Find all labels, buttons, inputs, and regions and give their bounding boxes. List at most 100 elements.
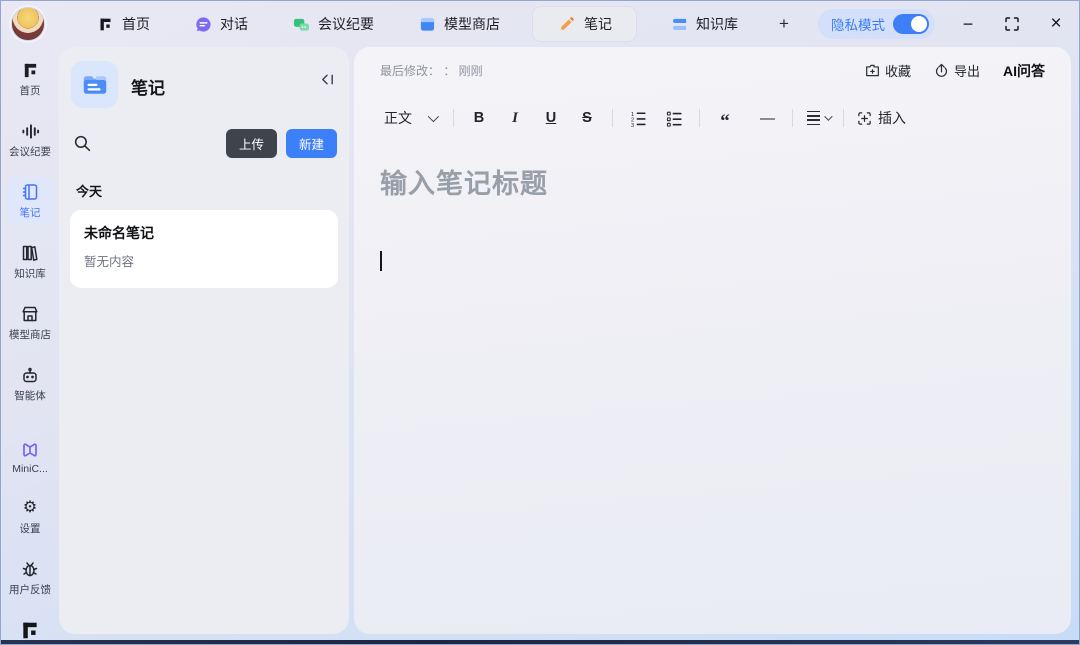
- sidebar-item-home[interactable]: 首页: [6, 55, 54, 103]
- sidebar-label: MiniC...: [12, 463, 48, 475]
- insert-plus-square-icon: [857, 111, 872, 126]
- bullet-list-button[interactable]: [662, 105, 686, 131]
- title-bar: 首页 对话 会议纪要 模型商店: [1, 1, 1079, 47]
- user-avatar[interactable]: [11, 7, 45, 41]
- notebook-icon: [20, 182, 40, 202]
- insert-button[interactable]: 插入: [857, 105, 906, 131]
- last-modified-text: 最后修改： ： 刚刚: [380, 62, 483, 79]
- sidebar-item-notes[interactable]: 笔记: [6, 177, 54, 225]
- pencil-icon: [557, 14, 577, 34]
- sidebar-item-minicpm[interactable]: MiniC...: [6, 435, 54, 480]
- sidebar-item-model-store[interactable]: 模型商店: [6, 299, 54, 347]
- maximize-icon: [1005, 17, 1019, 31]
- main-area: 笔记 上传 新建 今天 未命名笔记 暂无内容 最后修改： ： 刚刚: [59, 47, 1071, 634]
- close-button[interactable]: ×: [1047, 15, 1065, 33]
- notes-section-label: 今天: [76, 181, 349, 200]
- svg-text:3: 3: [630, 123, 633, 127]
- chevron-down-icon: [824, 112, 832, 120]
- app-logo-icon: [95, 14, 115, 34]
- new-note-button[interactable]: 新建: [286, 129, 337, 158]
- tab-strip: 首页 对话 会议纪要 模型商店: [85, 7, 797, 41]
- tab-label: 会议纪要: [318, 14, 374, 34]
- notes-folder-badge: [71, 61, 118, 108]
- note-item-title: 未命名笔记: [84, 223, 324, 243]
- minimize-button[interactable]: −: [959, 15, 977, 33]
- sidebar-item-feedback[interactable]: 用户反馈: [6, 554, 54, 602]
- tab-chat[interactable]: 对话: [183, 8, 258, 40]
- horizontal-rule-button[interactable]: —: [755, 105, 779, 131]
- collapse-panel-button[interactable]: [317, 69, 337, 89]
- bug-icon: [20, 559, 40, 579]
- tab-label: 知识库: [696, 14, 738, 34]
- notes-list-panel: 笔记 上传 新建 今天 未命名笔记 暂无内容: [59, 47, 349, 634]
- chat-bubble-icon: [193, 14, 213, 34]
- ai-qa-button[interactable]: AI问答: [1003, 61, 1045, 81]
- layers-icon: [669, 14, 689, 34]
- home-logo-icon: [20, 60, 40, 80]
- app-logo-icon: [20, 620, 40, 640]
- toolbar-divider: [843, 109, 844, 127]
- privacy-mode-label: 隐私模式: [831, 14, 885, 34]
- paragraph-style-value: 正文: [384, 108, 412, 128]
- plus-icon: +: [779, 14, 789, 34]
- privacy-mode-toggle[interactable]: [893, 14, 929, 34]
- editor-toolbar: 正文 B I U S 123: [380, 102, 1045, 134]
- blockquote-button[interactable]: “: [713, 105, 737, 131]
- strikethrough-button[interactable]: S: [575, 105, 599, 131]
- meeting-chat-icon: [291, 14, 311, 34]
- tab-knowledge-base[interactable]: 知识库: [659, 8, 748, 40]
- waveform-icon: [20, 121, 40, 141]
- rail-bottom-logo: [6, 615, 54, 645]
- maximize-button[interactable]: [1003, 15, 1021, 33]
- export-icon: [934, 63, 949, 78]
- upload-button[interactable]: 上传: [226, 129, 277, 158]
- sidebar-label: 模型商店: [9, 327, 51, 342]
- text-cursor: [380, 251, 382, 271]
- tab-notes[interactable]: 笔记: [533, 7, 636, 41]
- notes-panel-actions: 上传 新建: [59, 108, 349, 158]
- favorite-label: 收藏: [885, 61, 911, 80]
- export-label: 导出: [954, 61, 980, 80]
- ordered-list-button[interactable]: 123: [626, 105, 650, 131]
- sidebar-label: 首页: [20, 83, 41, 98]
- sidebar-item-settings[interactable]: ⚙ 设置: [6, 493, 54, 541]
- tab-label: 笔记: [584, 14, 612, 34]
- tab-label: 对话: [220, 14, 248, 34]
- export-button[interactable]: 导出: [934, 61, 980, 80]
- collapse-panel-icon: [320, 72, 335, 87]
- app-window: 首页 对话 会议纪要 模型商店: [0, 0, 1080, 645]
- editor-actions: 收藏 导出 AI问答: [865, 61, 1045, 81]
- privacy-mode-pill: 隐私模式: [818, 9, 935, 39]
- tab-label: 首页: [122, 14, 150, 34]
- sidebar-label: 用户反馈: [9, 582, 51, 597]
- favorite-button[interactable]: 收藏: [865, 61, 911, 80]
- title-bar-right: 隐私模式 − ×: [818, 9, 1065, 39]
- new-tab-button[interactable]: +: [771, 14, 797, 34]
- search-icon[interactable]: [73, 134, 92, 153]
- sidebar-item-agents[interactable]: 智能体: [6, 360, 54, 408]
- tab-meeting[interactable]: 会议纪要: [281, 8, 384, 40]
- sidebar-label: 知识库: [14, 266, 46, 281]
- tab-model-store[interactable]: 模型商店: [407, 8, 510, 40]
- left-nav-rail: 首页 会议纪要 笔记 知识库 模型商店: [1, 47, 59, 640]
- note-editor-panel: 最后修改： ： 刚刚 收藏 导出 AI问答 正文: [354, 47, 1071, 634]
- alignment-dropdown[interactable]: [806, 105, 830, 131]
- storefront-icon: [20, 304, 40, 324]
- toolbar-divider: [612, 109, 613, 127]
- notes-panel-header: 笔记: [59, 47, 349, 108]
- close-icon: ×: [1050, 13, 1061, 35]
- insert-label: 插入: [878, 108, 906, 128]
- underline-button[interactable]: U: [539, 105, 563, 131]
- minicpm-bowtie-icon: [20, 440, 40, 460]
- italic-button[interactable]: I: [503, 105, 527, 131]
- note-list-item[interactable]: 未命名笔记 暂无内容: [69, 209, 339, 289]
- sidebar-item-knowledge-base[interactable]: 知识库: [6, 238, 54, 286]
- tab-home[interactable]: 首页: [85, 8, 160, 40]
- sidebar-item-meeting-notes[interactable]: 会议纪要: [6, 116, 54, 164]
- bold-button[interactable]: B: [467, 105, 491, 131]
- editor-meta-row: 最后修改： ： 刚刚 收藏 导出 AI问答: [380, 47, 1045, 94]
- note-title-input[interactable]: 输入笔记标题: [380, 162, 1045, 201]
- note-item-preview: 暂无内容: [84, 251, 324, 270]
- paragraph-style-dropdown[interactable]: 正文: [380, 105, 440, 131]
- folder-icon: [80, 70, 110, 100]
